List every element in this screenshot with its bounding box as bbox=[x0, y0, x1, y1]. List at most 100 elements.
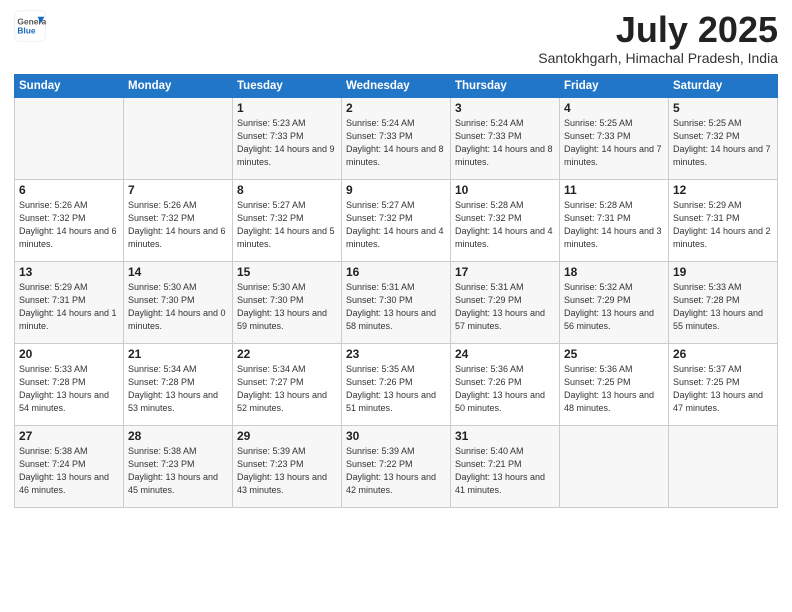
day-info: Sunrise: 5:40 AM Sunset: 7:21 PM Dayligh… bbox=[455, 445, 555, 497]
day-info: Sunrise: 5:31 AM Sunset: 7:30 PM Dayligh… bbox=[346, 281, 446, 333]
day-number: 13 bbox=[19, 265, 119, 279]
day-info: Sunrise: 5:31 AM Sunset: 7:29 PM Dayligh… bbox=[455, 281, 555, 333]
weekday-header-friday: Friday bbox=[560, 74, 669, 97]
day-info: Sunrise: 5:34 AM Sunset: 7:28 PM Dayligh… bbox=[128, 363, 228, 415]
day-info: Sunrise: 5:26 AM Sunset: 7:32 PM Dayligh… bbox=[128, 199, 228, 251]
day-info: Sunrise: 5:32 AM Sunset: 7:29 PM Dayligh… bbox=[564, 281, 664, 333]
day-info: Sunrise: 5:36 AM Sunset: 7:25 PM Dayligh… bbox=[564, 363, 664, 415]
day-info: Sunrise: 5:30 AM Sunset: 7:30 PM Dayligh… bbox=[237, 281, 337, 333]
calendar-cell: 24 Sunrise: 5:36 AM Sunset: 7:26 PM Dayli… bbox=[451, 343, 560, 425]
calendar-cell: 31 Sunrise: 5:40 AM Sunset: 7:21 PM Dayli… bbox=[451, 425, 560, 507]
calendar-cell: 12 Sunrise: 5:29 AM Sunset: 7:31 PM Dayli… bbox=[669, 179, 778, 261]
calendar-cell: 20 Sunrise: 5:33 AM Sunset: 7:28 PM Dayli… bbox=[15, 343, 124, 425]
day-number: 21 bbox=[128, 347, 228, 361]
day-info: Sunrise: 5:34 AM Sunset: 7:27 PM Dayligh… bbox=[237, 363, 337, 415]
weekday-header-row: SundayMondayTuesdayWednesdayThursdayFrid… bbox=[15, 74, 778, 97]
day-info: Sunrise: 5:36 AM Sunset: 7:26 PM Dayligh… bbox=[455, 363, 555, 415]
day-info: Sunrise: 5:28 AM Sunset: 7:32 PM Dayligh… bbox=[455, 199, 555, 251]
day-info: Sunrise: 5:26 AM Sunset: 7:32 PM Dayligh… bbox=[19, 199, 119, 251]
calendar-cell: 3Sunrise: 5:24 AM Sunset: 7:33 PM Daylig… bbox=[451, 97, 560, 179]
calendar-cell: 27 Sunrise: 5:38 AM Sunset: 7:24 PM Dayli… bbox=[15, 425, 124, 507]
day-number: 31 bbox=[455, 429, 555, 443]
day-number: 6 bbox=[19, 183, 119, 197]
calendar-cell: 21 Sunrise: 5:34 AM Sunset: 7:28 PM Dayli… bbox=[124, 343, 233, 425]
calendar-cell: 14 Sunrise: 5:30 AM Sunset: 7:30 PM Dayli… bbox=[124, 261, 233, 343]
calendar-cell: 28 Sunrise: 5:38 AM Sunset: 7:23 PM Dayli… bbox=[124, 425, 233, 507]
day-info: Sunrise: 5:24 AM Sunset: 7:33 PM Dayligh… bbox=[346, 117, 446, 169]
calendar-cell: 30 Sunrise: 5:39 AM Sunset: 7:22 PM Dayli… bbox=[342, 425, 451, 507]
day-info: Sunrise: 5:33 AM Sunset: 7:28 PM Dayligh… bbox=[673, 281, 773, 333]
day-number: 18 bbox=[564, 265, 664, 279]
calendar-cell: 15 Sunrise: 5:30 AM Sunset: 7:30 PM Dayli… bbox=[233, 261, 342, 343]
day-info: Sunrise: 5:30 AM Sunset: 7:30 PM Dayligh… bbox=[128, 281, 228, 333]
day-info: Sunrise: 5:24 AM Sunset: 7:33 PM Dayligh… bbox=[455, 117, 555, 169]
title-location: Santokhgarh, Himachal Pradesh, India bbox=[538, 50, 778, 66]
calendar-cell bbox=[669, 425, 778, 507]
day-info: Sunrise: 5:35 AM Sunset: 7:26 PM Dayligh… bbox=[346, 363, 446, 415]
day-number: 9 bbox=[346, 183, 446, 197]
calendar-cell: 16Sunrise: 5:31 AM Sunset: 7:30 PM Dayli… bbox=[342, 261, 451, 343]
day-info: Sunrise: 5:28 AM Sunset: 7:31 PM Dayligh… bbox=[564, 199, 664, 251]
day-info: Sunrise: 5:38 AM Sunset: 7:24 PM Dayligh… bbox=[19, 445, 119, 497]
weekday-header-wednesday: Wednesday bbox=[342, 74, 451, 97]
calendar-cell: 6 Sunrise: 5:26 AM Sunset: 7:32 PM Daylig… bbox=[15, 179, 124, 261]
svg-text:Blue: Blue bbox=[17, 26, 36, 36]
title-month: July 2025 bbox=[538, 10, 778, 50]
day-number: 30 bbox=[346, 429, 446, 443]
day-number: 29 bbox=[237, 429, 337, 443]
calendar-cell: 8 Sunrise: 5:27 AM Sunset: 7:32 PM Daylig… bbox=[233, 179, 342, 261]
day-info: Sunrise: 5:27 AM Sunset: 7:32 PM Dayligh… bbox=[346, 199, 446, 251]
day-number: 15 bbox=[237, 265, 337, 279]
day-info: Sunrise: 5:39 AM Sunset: 7:22 PM Dayligh… bbox=[346, 445, 446, 497]
day-info: Sunrise: 5:33 AM Sunset: 7:28 PM Dayligh… bbox=[19, 363, 119, 415]
calendar-cell: 17Sunrise: 5:31 AM Sunset: 7:29 PM Dayli… bbox=[451, 261, 560, 343]
day-number: 11 bbox=[564, 183, 664, 197]
calendar-table: SundayMondayTuesdayWednesdayThursdayFrid… bbox=[14, 74, 778, 508]
calendar-cell: 29 Sunrise: 5:39 AM Sunset: 7:23 PM Dayli… bbox=[233, 425, 342, 507]
day-info: Sunrise: 5:37 AM Sunset: 7:25 PM Dayligh… bbox=[673, 363, 773, 415]
calendar-cell bbox=[15, 97, 124, 179]
calendar-cell: 4Sunrise: 5:25 AM Sunset: 7:33 PM Daylig… bbox=[560, 97, 669, 179]
day-number: 20 bbox=[19, 347, 119, 361]
calendar-cell: 10 Sunrise: 5:28 AM Sunset: 7:32 PM Dayli… bbox=[451, 179, 560, 261]
day-number: 7 bbox=[128, 183, 228, 197]
week-row-4: 20 Sunrise: 5:33 AM Sunset: 7:28 PM Dayli… bbox=[15, 343, 778, 425]
day-number: 28 bbox=[128, 429, 228, 443]
calendar-cell: 7 Sunrise: 5:26 AM Sunset: 7:32 PM Daylig… bbox=[124, 179, 233, 261]
logo: General Blue bbox=[14, 10, 50, 42]
day-number: 14 bbox=[128, 265, 228, 279]
weekday-header-thursday: Thursday bbox=[451, 74, 560, 97]
day-info: Sunrise: 5:25 AM Sunset: 7:32 PM Dayligh… bbox=[673, 117, 773, 169]
day-info: Sunrise: 5:27 AM Sunset: 7:32 PM Dayligh… bbox=[237, 199, 337, 251]
title-block: July 2025 Santokhgarh, Himachal Pradesh,… bbox=[538, 10, 778, 66]
day-info: Sunrise: 5:38 AM Sunset: 7:23 PM Dayligh… bbox=[128, 445, 228, 497]
day-number: 27 bbox=[19, 429, 119, 443]
calendar-cell: 9 Sunrise: 5:27 AM Sunset: 7:32 PM Daylig… bbox=[342, 179, 451, 261]
week-row-2: 6 Sunrise: 5:26 AM Sunset: 7:32 PM Daylig… bbox=[15, 179, 778, 261]
week-row-1: 1 Sunrise: 5:23 AM Sunset: 7:33 PM Daylig… bbox=[15, 97, 778, 179]
calendar-cell bbox=[560, 425, 669, 507]
calendar-cell: 11 Sunrise: 5:28 AM Sunset: 7:31 PM Dayli… bbox=[560, 179, 669, 261]
day-number: 23 bbox=[346, 347, 446, 361]
day-number: 1 bbox=[237, 101, 337, 115]
weekday-header-saturday: Saturday bbox=[669, 74, 778, 97]
day-number: 22 bbox=[237, 347, 337, 361]
day-number: 12 bbox=[673, 183, 773, 197]
calendar-cell: 26Sunrise: 5:37 AM Sunset: 7:25 PM Dayli… bbox=[669, 343, 778, 425]
day-number: 10 bbox=[455, 183, 555, 197]
day-info: Sunrise: 5:29 AM Sunset: 7:31 PM Dayligh… bbox=[673, 199, 773, 251]
calendar-cell: 25 Sunrise: 5:36 AM Sunset: 7:25 PM Dayli… bbox=[560, 343, 669, 425]
day-number: 25 bbox=[564, 347, 664, 361]
day-number: 24 bbox=[455, 347, 555, 361]
weekday-header-monday: Monday bbox=[124, 74, 233, 97]
calendar-cell: 2 Sunrise: 5:24 AM Sunset: 7:33 PM Daylig… bbox=[342, 97, 451, 179]
day-info: Sunrise: 5:39 AM Sunset: 7:23 PM Dayligh… bbox=[237, 445, 337, 497]
calendar-cell: 22 Sunrise: 5:34 AM Sunset: 7:27 PM Dayli… bbox=[233, 343, 342, 425]
generalblue-icon: General Blue bbox=[14, 10, 46, 42]
day-number: 19 bbox=[673, 265, 773, 279]
day-info: Sunrise: 5:23 AM Sunset: 7:33 PM Dayligh… bbox=[237, 117, 337, 169]
page: General Blue July 2025 Santokhgarh, Hima… bbox=[0, 0, 792, 612]
day-number: 2 bbox=[346, 101, 446, 115]
weekday-header-tuesday: Tuesday bbox=[233, 74, 342, 97]
day-number: 8 bbox=[237, 183, 337, 197]
